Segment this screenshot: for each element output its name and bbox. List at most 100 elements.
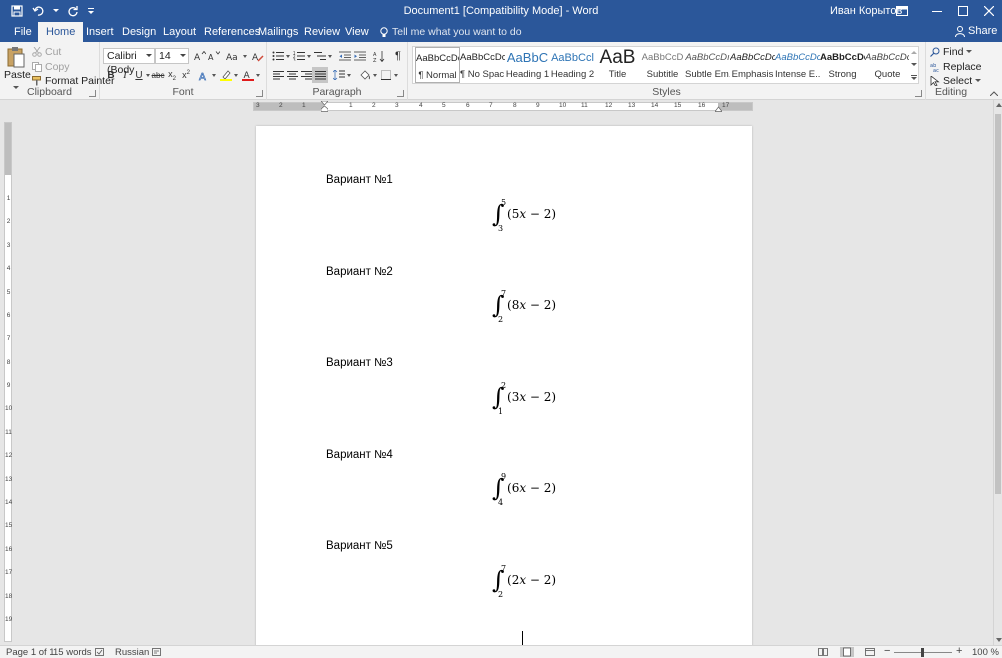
integral-formula[interactable]: ∫ 7 2 (2x − 2) xyxy=(492,564,562,600)
line-spacing-icon[interactable] xyxy=(331,67,347,83)
vertical-ruler[interactable]: 1 2 3 4 5 6 7 8 9 10 11 12 13 14 15 16 1… xyxy=(4,122,12,642)
style-title[interactable]: AaB Title xyxy=(595,47,640,83)
sort-icon[interactable]: AZ xyxy=(371,48,387,64)
maximize-icon[interactable] xyxy=(950,0,976,22)
style-emphasis[interactable]: AaBbCcDc Emphasis xyxy=(730,47,775,83)
integral-formula[interactable]: ∫ 2 1 (3x − 2) xyxy=(492,381,562,417)
shrink-font-icon[interactable]: A xyxy=(206,48,222,64)
decrease-indent-icon[interactable] xyxy=(337,48,353,64)
styles-launcher-icon[interactable] xyxy=(915,90,922,97)
change-case-icon[interactable]: Aa xyxy=(224,48,242,64)
clear-formatting-icon[interactable]: A xyxy=(250,48,266,64)
change-case-dropdown-icon[interactable] xyxy=(243,55,247,58)
page-count[interactable]: Page 1 of 1 xyxy=(6,647,55,658)
scroll-thumb[interactable] xyxy=(995,114,1001,494)
numbering-dropdown-icon[interactable] xyxy=(307,55,311,58)
text-effects-icon[interactable]: A xyxy=(196,67,212,83)
cut-button[interactable]: Cut xyxy=(32,45,61,59)
zoom-slider-thumb[interactable] xyxy=(921,648,924,657)
tell-me-box[interactable]: Tell me what you want to do xyxy=(380,26,522,38)
close-icon[interactable] xyxy=(976,0,1002,22)
zoom-level[interactable]: 100 % xyxy=(972,647,999,658)
select-button[interactable]: Select xyxy=(930,74,982,88)
highlight-dropdown-icon[interactable] xyxy=(234,74,238,77)
web-layout-icon[interactable] xyxy=(865,648,875,656)
left-indent-marker-icon[interactable] xyxy=(321,101,328,112)
styles-gallery-scroll[interactable] xyxy=(909,46,919,84)
style-heading-2[interactable]: AaBbCcl Heading 2 xyxy=(550,47,595,83)
read-mode-icon[interactable] xyxy=(818,648,828,656)
style-no-spacing[interactable]: AaBbCcDc ¶ No Spac... xyxy=(460,47,505,83)
borders-dropdown-icon[interactable] xyxy=(394,74,398,77)
undo-icon[interactable] xyxy=(30,3,48,19)
copy-button[interactable]: Copy xyxy=(32,60,70,74)
save-icon[interactable] xyxy=(8,3,26,19)
word-count[interactable]: 15 words xyxy=(53,647,92,658)
tab-view[interactable]: View xyxy=(337,22,377,42)
repeat-icon[interactable] xyxy=(64,3,82,19)
gallery-more-icon[interactable] xyxy=(911,75,917,81)
style-heading-1[interactable]: AaBbC Heading 1 xyxy=(505,47,550,83)
vertical-scrollbar[interactable] xyxy=(993,100,1002,645)
increase-indent-icon[interactable] xyxy=(352,48,368,64)
style-normal[interactable]: AaBbCcDc ¶ Normal xyxy=(415,47,460,83)
print-layout-icon[interactable] xyxy=(840,647,854,657)
collapse-ribbon-icon[interactable] xyxy=(990,91,998,96)
style-intense-emphasis[interactable]: AaBbCcDc Intense E... xyxy=(775,47,820,83)
minimize-icon[interactable] xyxy=(924,0,950,22)
paste-button[interactable]: Paste xyxy=(4,46,31,89)
font-color-icon[interactable]: A xyxy=(240,67,256,83)
text-effects-dropdown-icon[interactable] xyxy=(212,74,216,77)
bullets-icon[interactable] xyxy=(270,48,286,64)
justify-icon[interactable] xyxy=(312,67,328,83)
horizontal-ruler[interactable]: 3 2 1 1 2 3 4 5 6 7 8 9 10 11 12 13 14 1… xyxy=(253,101,753,112)
proofing-icon[interactable] xyxy=(95,648,104,656)
borders-icon[interactable] xyxy=(378,67,394,83)
paragraph-launcher-icon[interactable] xyxy=(397,90,404,97)
gallery-down-icon[interactable] xyxy=(911,63,917,67)
style-subtitle[interactable]: AaBbCcD Subtitle xyxy=(640,47,685,83)
find-button[interactable]: Find xyxy=(930,45,973,59)
font-color-dropdown-icon[interactable] xyxy=(256,74,260,77)
numbering-icon[interactable]: 123 xyxy=(291,48,307,64)
document-page[interactable]: Вариант №1 ∫ 5 3 (5x − 2) Вариант №2 ∫ 7… xyxy=(256,126,752,645)
language[interactable]: Russian xyxy=(115,647,149,658)
scroll-down-icon[interactable] xyxy=(996,638,1002,642)
line-spacing-dropdown-icon[interactable] xyxy=(347,74,351,77)
font-family-select[interactable]: Calibri (Body xyxy=(103,48,155,76)
zoom-in-icon[interactable]: + xyxy=(956,645,962,657)
ribbon-display-options-icon[interactable] xyxy=(893,3,911,19)
highlight-icon[interactable] xyxy=(218,67,234,83)
integral-formula[interactable]: ∫ 7 2 (8x − 2) xyxy=(492,289,562,325)
show-formatting-marks-icon[interactable]: ¶ xyxy=(390,48,406,64)
macro-record-icon[interactable] xyxy=(152,648,161,656)
tab-home[interactable]: Home xyxy=(38,22,84,42)
document-area[interactable]: Вариант №1 ∫ 5 3 (5x − 2) Вариант №2 ∫ 7… xyxy=(14,112,993,645)
shading-icon[interactable] xyxy=(357,67,373,83)
signed-in-user[interactable]: Иван Корытов xyxy=(830,5,902,17)
superscript-icon[interactable]: x2 xyxy=(178,67,194,83)
style-subtle-emphasis[interactable]: AaBbCcDı Subtle Em... xyxy=(685,47,730,83)
multilevel-dropdown-icon[interactable] xyxy=(328,55,332,58)
zoom-out-icon[interactable]: − xyxy=(884,645,890,657)
replace-button[interactable]: ab ac Replace xyxy=(930,60,982,74)
bullets-dropdown-icon[interactable] xyxy=(286,55,290,58)
customize-qat-icon[interactable] xyxy=(86,3,96,19)
style-strong[interactable]: AaBbCcDc Strong xyxy=(820,47,865,83)
zoom-slider[interactable] xyxy=(894,648,952,657)
integral-formula[interactable]: ∫ 9 4 (6x − 2) xyxy=(492,472,562,508)
style-name: Subtle Em... xyxy=(685,69,730,80)
style-quote[interactable]: AaBbCcDc Quote xyxy=(865,47,910,83)
gallery-up-icon[interactable] xyxy=(911,50,917,54)
underline-icon[interactable]: U xyxy=(131,67,147,83)
scroll-up-icon[interactable] xyxy=(996,103,1002,107)
font-launcher-icon[interactable] xyxy=(256,90,263,97)
tab-file[interactable]: File xyxy=(6,22,40,42)
share-button[interactable]: Share xyxy=(955,25,997,37)
integral-formula[interactable]: ∫ 5 3 (5x − 2) xyxy=(492,198,562,234)
clipboard-launcher-icon[interactable] xyxy=(89,90,96,97)
font-size-select[interactable]: 14 xyxy=(155,48,189,64)
shading-dropdown-icon[interactable] xyxy=(373,74,377,77)
multilevel-list-icon[interactable] xyxy=(312,48,328,64)
undo-dropdown-icon[interactable] xyxy=(52,3,60,19)
